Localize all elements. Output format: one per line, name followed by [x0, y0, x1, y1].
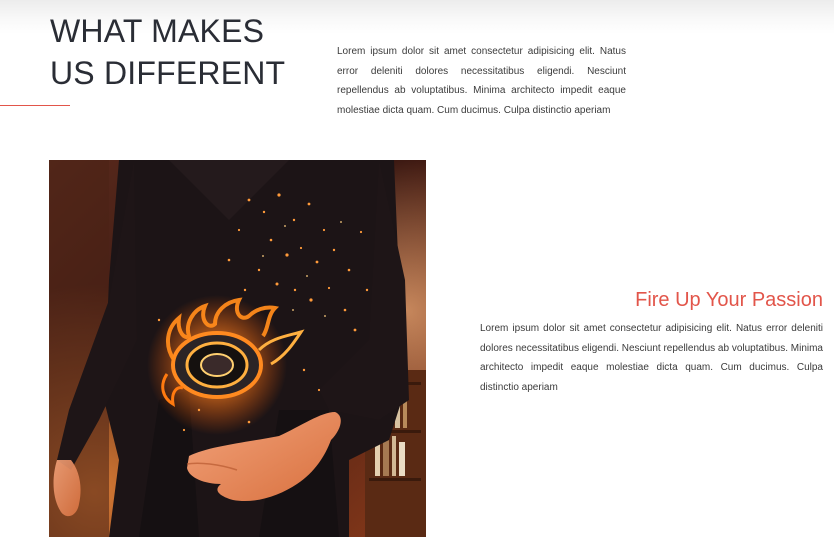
flaming-camera-lens-photo-icon: [49, 160, 426, 537]
section-title: WHAT MAKES US DIFFERENT: [50, 10, 310, 94]
title-accent-underline: [0, 105, 70, 106]
page: WHAT MAKES US DIFFERENT Lorem ipsum dolo…: [0, 0, 834, 545]
section-title-line-1: WHAT MAKES: [50, 13, 265, 49]
feature-title: Fire Up Your Passion: [635, 289, 823, 311]
section-title-line-2: US DIFFERENT: [50, 55, 286, 91]
intro-paragraph: Lorem ipsum dolor sit amet consectetur a…: [337, 46, 626, 116]
feature-paragraph: Lorem ipsum dolor sit amet consectetur a…: [480, 323, 823, 393]
feature-image: [49, 160, 426, 537]
